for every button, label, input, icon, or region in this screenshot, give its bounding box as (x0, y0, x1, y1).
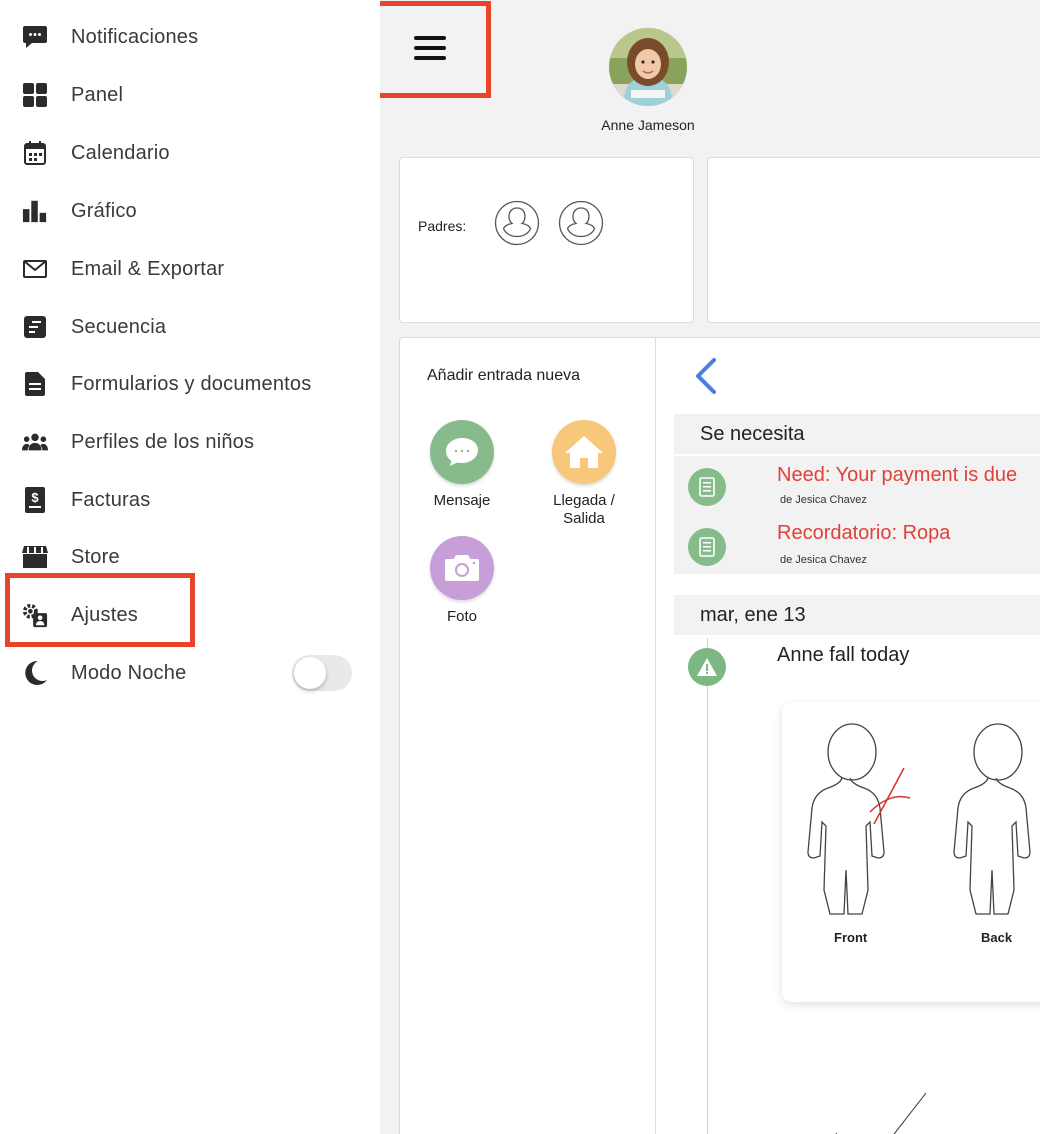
calendar-icon (22, 140, 48, 166)
entry-title[interactable]: Anne fall today (777, 644, 909, 667)
injury-body-card: Front Back (782, 702, 1040, 1002)
store-icon (22, 544, 48, 570)
sequence-icon (22, 314, 48, 340)
need-item-author: de Jesica Chavez (780, 494, 867, 506)
parent-avatar-icon[interactable] (494, 200, 540, 246)
parent-avatar-icon[interactable] (558, 200, 604, 246)
photo-label: Foto (446, 608, 477, 625)
sidebar-item-label: Panel (71, 83, 124, 106)
back-arrow-icon[interactable] (692, 356, 722, 396)
sidebar-item-facturas[interactable]: $ Facturas (0, 471, 380, 529)
sidebar-item-grafico[interactable]: Gráfico (0, 182, 380, 240)
need-item-author: de Jesica Chavez (780, 554, 867, 566)
sidebar-item-label: Notificaciones (71, 25, 199, 48)
date-header-title: mar, ene 13 (700, 604, 806, 626)
menu-icon[interactable] (414, 36, 446, 60)
sidebar-item-calendario[interactable]: Calendario (0, 124, 380, 182)
sidebar-item-label: Formularios y documentos (71, 372, 312, 395)
moon-icon (22, 660, 48, 686)
parents-label: Padres: (418, 218, 467, 234)
settings-icon (22, 602, 48, 628)
sidebar-item-perfiles[interactable]: Perfiles de los niños (0, 413, 380, 471)
sidebar-item-email-exportar[interactable]: Email & Exportar (0, 240, 380, 298)
checklist-icon (688, 468, 726, 506)
sidebar-item-label: Gráfico (71, 199, 137, 222)
night-mode-toggle[interactable] (292, 655, 352, 691)
message-action-button[interactable]: Mensaje (412, 420, 512, 510)
avatar[interactable] (609, 28, 687, 106)
arrival-label: Llegada / (553, 492, 615, 509)
toggle-knob (294, 657, 326, 689)
group-icon (22, 429, 48, 455)
sidebar-item-label: Ajustes (71, 603, 138, 626)
warning-icon (688, 648, 726, 686)
sidebar-item-label: Store (71, 545, 120, 568)
sketch-lines (835, 1092, 927, 1134)
envelope-icon (22, 256, 48, 282)
info-card (707, 157, 1040, 323)
sidebar-item-store[interactable]: Store (0, 528, 380, 586)
bar-chart-icon (22, 198, 48, 224)
body-back-label: Back (981, 930, 1013, 945)
sidebar-item-notificaciones[interactable]: Notificaciones (0, 8, 380, 66)
invoice-icon: $ (22, 487, 48, 513)
sidebar-item-label: Email & Exportar (71, 257, 225, 280)
sidebar: Notificaciones Panel Calendario Gráfico … (0, 0, 380, 1134)
need-item-title[interactable]: Recordatorio: Ropa (777, 522, 950, 545)
needs-list: Need: Your payment is due de Jesica Chav… (674, 456, 1040, 574)
sidebar-item-panel[interactable]: Panel (0, 66, 380, 124)
content-card: Añadir entrada nueva Mensaje Llegada / S… (399, 337, 1040, 1134)
sidebar-item-secuencia[interactable]: Secuencia (0, 298, 380, 356)
checklist-icon (688, 528, 726, 566)
house-icon (552, 420, 616, 484)
svg-text:$: $ (31, 490, 39, 505)
sidebar-item-label: Facturas (71, 488, 151, 511)
main-content: Anne Jameson Padres: Añadir entrada nuev… (380, 0, 1040, 1134)
grid-icon (22, 82, 48, 108)
sidebar-item-label: Calendario (71, 141, 170, 164)
camera-icon (430, 536, 494, 600)
add-entry-title: Añadir entrada nueva (427, 367, 580, 384)
sidebar-item-label: Perfiles de los niños (71, 430, 255, 453)
date-section-header: mar, ene 13 (674, 595, 1040, 635)
feed: Se necesita Need: Your payment is due de… (656, 338, 1040, 1134)
arrival-departure-action-button[interactable]: Llegada / Salida (534, 420, 634, 528)
timeline-line (707, 638, 708, 1134)
child-name: Anne Jameson (601, 117, 695, 133)
parents-card: Padres: (399, 157, 694, 323)
photo-action-button[interactable]: Foto (412, 536, 512, 626)
message-label: Mensaje (433, 492, 491, 509)
chat-bubble-icon (22, 24, 48, 50)
body-front-label: Front (834, 930, 868, 945)
body-diagram-front-back (807, 723, 1031, 915)
sidebar-item-formularios[interactable]: Formularios y documentos (0, 355, 380, 413)
departure-label: Salida (563, 510, 605, 527)
sidebar-item-label: Modo Noche (71, 661, 187, 684)
sidebar-item-ajustes[interactable]: Ajustes (0, 586, 380, 644)
need-item-title[interactable]: Need: Your payment is due (777, 464, 1017, 487)
chat-bubble-icon (430, 420, 494, 484)
needs-section-header: Se necesita (674, 414, 1040, 454)
document-icon (22, 371, 48, 397)
needs-header-title: Se necesita (700, 423, 805, 445)
sidebar-item-label: Secuencia (71, 315, 167, 338)
